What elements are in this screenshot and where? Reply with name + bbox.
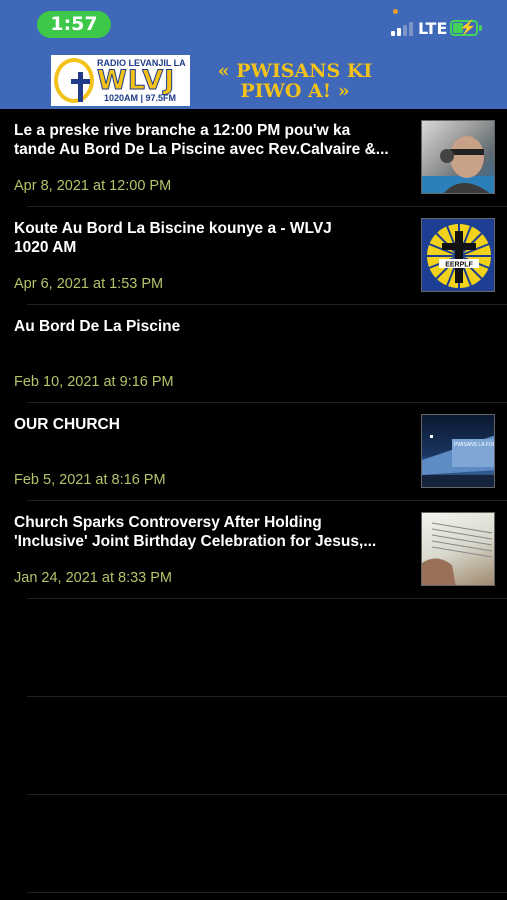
- feed-item-date: Feb 5, 2021 at 8:16 PM: [14, 472, 166, 488]
- microphone-cross-icon: [54, 58, 94, 103]
- feed-item-date: Apr 8, 2021 at 12:00 PM: [14, 178, 172, 194]
- thumb-logo-text: EERPLF: [445, 262, 473, 269]
- feed-item[interactable]: Koute Au Bord La Biscine kounye a - WLVJ…: [0, 207, 507, 305]
- feed-item-thumbnail: [421, 120, 495, 194]
- status-bar: 1:57 LTE ⚡: [0, 0, 507, 50]
- feed-item[interactable]: Au Bord De La Piscine Feb 10, 2021 at 9:…: [0, 305, 507, 403]
- feed-item-title: Au Bord De La Piscine: [14, 318, 181, 335]
- empty-list-row: [0, 599, 507, 697]
- feed-item-title: Le a preske rive branche a 12:00 PM pou'…: [14, 122, 389, 158]
- feed-item-date: Apr 6, 2021 at 1:53 PM: [14, 276, 164, 292]
- feed-item-title: OUR CHURCH: [14, 416, 120, 433]
- battery-charging-icon: ⚡: [450, 19, 478, 36]
- empty-list-row: [0, 795, 507, 893]
- logo-frequencies: 1020AM | 97.5FM: [104, 93, 177, 103]
- feed-item[interactable]: OUR CHURCH Feb 5, 2021 at 8:16 PM PWISAN…: [0, 403, 507, 501]
- feed-item-thumbnail: EERPLF: [421, 218, 495, 292]
- news-feed-list: Le a preske rive branche a 12:00 PM pou'…: [0, 109, 507, 893]
- network-type: LTE: [418, 19, 448, 38]
- header-slogan: « PWISANS KI PIWO A! »: [217, 60, 373, 102]
- logo-call-sign: WLVJ: [96, 65, 176, 97]
- feed-item-thumbnail: [421, 512, 495, 586]
- thumb-building-sign: PWISANS LA FOI: [454, 442, 494, 448]
- feed-item-title: Koute Au Bord La Biscine kounye a - WLVJ…: [14, 220, 332, 256]
- station-logo[interactable]: RADIO LEVANJIL LA WLVJ 1020AM | 97.5FM: [51, 55, 190, 106]
- mic-indicator-icon: [393, 9, 398, 14]
- cellular-signal-icon: [391, 21, 415, 36]
- empty-list-row: [0, 697, 507, 795]
- feed-item-title: Church Sparks Controversy After Holding …: [14, 514, 377, 550]
- feed-item-date: Jan 24, 2021 at 8:33 PM: [14, 570, 172, 586]
- status-time[interactable]: 1:57: [37, 11, 111, 38]
- feed-item[interactable]: Le a preske rive branche a 12:00 PM pou'…: [0, 109, 507, 207]
- app-header: 1:57 LTE ⚡ RADIO LEVANJIL LA WLVJ 1020AM…: [0, 0, 507, 109]
- feed-item-date: Feb 10, 2021 at 9:16 PM: [14, 374, 174, 390]
- feed-item-thumbnail: PWISANS LA FOI: [421, 414, 495, 488]
- feed-item[interactable]: Church Sparks Controversy After Holding …: [0, 501, 507, 599]
